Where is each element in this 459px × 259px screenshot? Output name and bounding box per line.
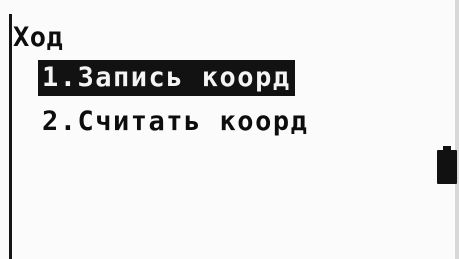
display-frame-right — [455, 0, 459, 259]
menu-item-record-coordinates[interactable]: 1.Запись коорд — [38, 60, 295, 96]
menu-item-read-coordinates[interactable]: 2.Считать коорд — [38, 104, 312, 140]
battery-icon — [437, 146, 457, 184]
screen-title: Ход — [13, 22, 64, 53]
instrument-display: Ход 1.Запись коорд 2.Считать коорд — [0, 0, 459, 259]
display-frame-left — [9, 14, 12, 259]
